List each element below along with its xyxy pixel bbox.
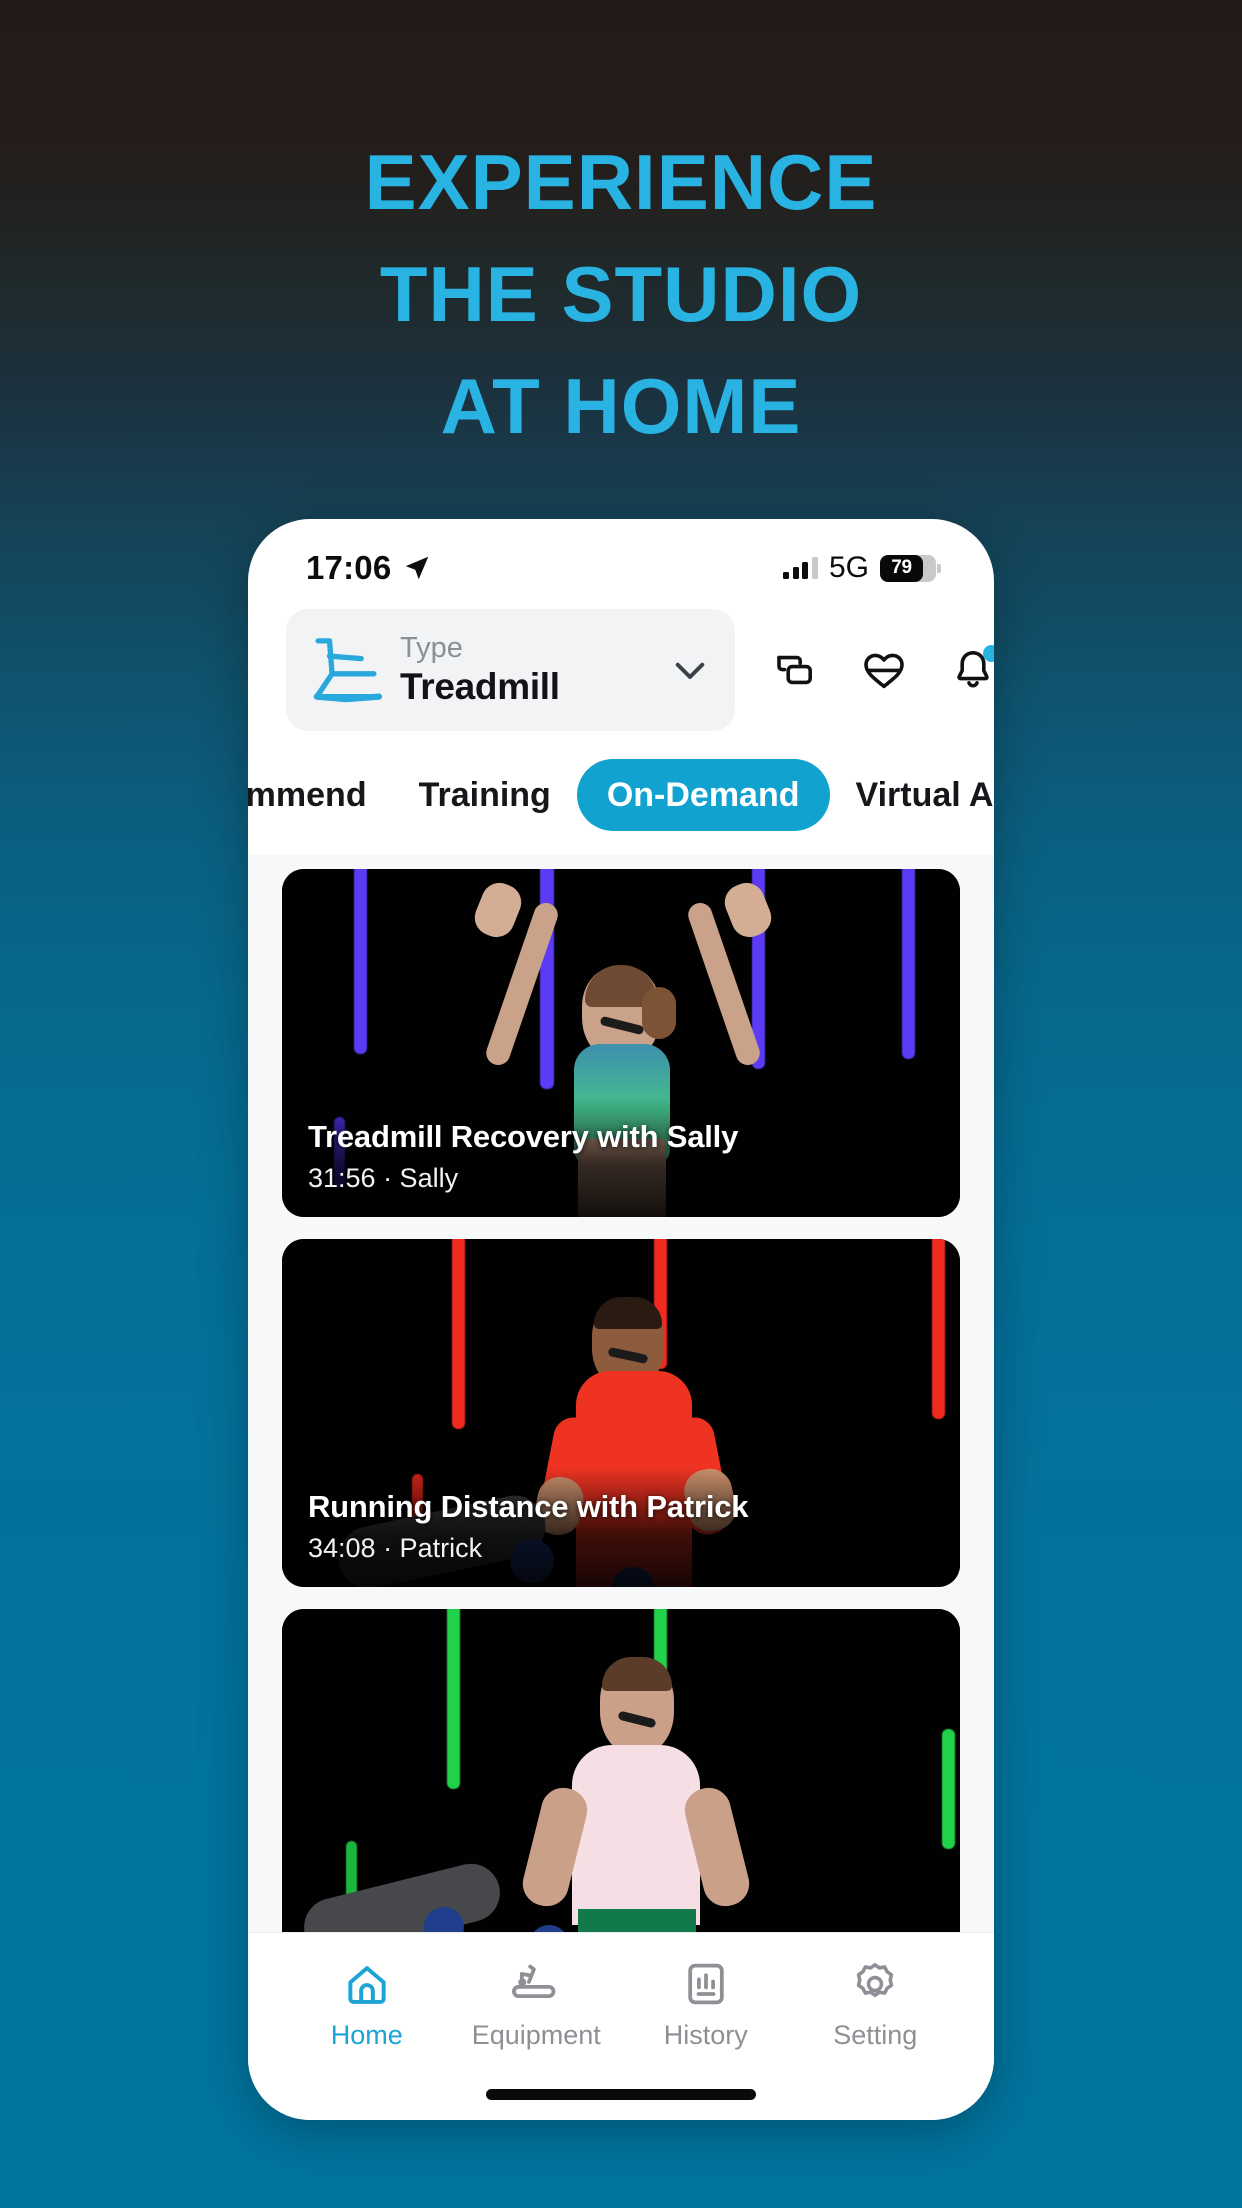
status-bar-right: 5G 79 bbox=[783, 551, 941, 585]
treadmill-icon bbox=[313, 638, 383, 703]
header-icon-group bbox=[771, 645, 994, 694]
chevron-down-icon[interactable] bbox=[669, 649, 711, 691]
nav-item-history[interactable]: History bbox=[621, 1959, 791, 2051]
gear-icon bbox=[857, 1963, 894, 1998]
tab-recommend[interactable]: commend bbox=[248, 776, 393, 815]
headline-line-2: THE STUDIO bbox=[379, 250, 863, 338]
class-card[interactable] bbox=[282, 1609, 960, 1957]
cellular-signal-icon bbox=[783, 557, 818, 579]
type-selector[interactable]: Type Treadmill bbox=[286, 609, 735, 731]
battery-nub bbox=[937, 563, 941, 573]
home-icon bbox=[348, 1966, 386, 2004]
promo-headline: EXPERIENCE THE STUDIO AT HOME bbox=[0, 126, 1242, 462]
type-selector-value: Treadmill bbox=[400, 666, 560, 707]
class-subtitle: 31:56 · Sally bbox=[308, 1163, 459, 1193]
class-thumbnail bbox=[282, 1609, 960, 1957]
promo-screenshot: EXPERIENCE THE STUDIO AT HOME 17:06 5G 7… bbox=[0, 0, 1242, 2208]
nav-label-setting: Setting bbox=[833, 2020, 918, 2050]
class-card-meta: Treadmill Recovery with Sally 31:56 · Sa… bbox=[282, 1118, 960, 1195]
tab-virtual-active[interactable]: Virtual Active bbox=[830, 776, 994, 815]
category-tabs: commend Training On-Demand Virtual Activ… bbox=[248, 731, 994, 855]
class-title: Running Distance with Patrick bbox=[308, 1489, 749, 1524]
status-bar: 17:06 5G 79 bbox=[248, 519, 994, 603]
tab-on-demand[interactable]: On-Demand bbox=[576, 759, 830, 831]
nav-item-equipment[interactable]: Equipment bbox=[452, 1959, 622, 2051]
notification-badge-dot bbox=[983, 645, 994, 662]
location-arrow-icon bbox=[406, 556, 429, 580]
class-list[interactable]: Treadmill Recovery with Sally 31:56 · Sa… bbox=[248, 855, 994, 2043]
phone-mockup: 17:06 5G 79 Type Treadmill mmend Trainin… bbox=[248, 519, 994, 2120]
nav-label-home: Home bbox=[330, 2020, 403, 2050]
header-row: Type Treadmill bbox=[248, 603, 994, 731]
heart-rate-icon bbox=[864, 653, 904, 689]
tab-training[interactable]: Training bbox=[393, 776, 577, 815]
home-indicator[interactable] bbox=[486, 2089, 756, 2100]
cast-screen-button[interactable] bbox=[771, 646, 819, 694]
headline-line-1: EXPERIENCE bbox=[364, 138, 878, 226]
class-card-meta: Running Distance with Patrick 34:08 · Pa… bbox=[282, 1488, 960, 1565]
class-subtitle: 34:08 · Patrick bbox=[308, 1533, 483, 1563]
class-card[interactable]: Treadmill Recovery with Sally 31:56 · Sa… bbox=[282, 869, 960, 1217]
status-bar-left: 17:06 bbox=[306, 549, 432, 587]
battery-indicator: 79 bbox=[880, 554, 941, 582]
type-selector-label: Type bbox=[400, 632, 463, 664]
nav-label-history: History bbox=[663, 2020, 748, 2050]
nav-label-equipment: Equipment bbox=[471, 2020, 601, 2050]
type-selector-text: Type Treadmill bbox=[400, 631, 669, 709]
class-title: Treadmill Recovery with Sally bbox=[308, 1119, 739, 1154]
cast-screen-icon bbox=[777, 655, 813, 685]
nav-item-setting[interactable]: Setting bbox=[791, 1959, 961, 2051]
nav-item-home[interactable]: Home bbox=[282, 1959, 452, 2051]
headline-line-3: AT HOME bbox=[440, 362, 802, 450]
class-card-meta bbox=[282, 1929, 960, 1935]
battery-percent: 79 bbox=[891, 557, 912, 578]
heart-rate-button[interactable] bbox=[860, 646, 908, 694]
class-card[interactable]: Running Distance with Patrick 34:08 · Pa… bbox=[282, 1239, 960, 1587]
notification-button[interactable] bbox=[949, 645, 994, 694]
treadmill-equipment-icon bbox=[512, 1964, 556, 1998]
status-time: 17:06 bbox=[306, 549, 392, 586]
network-label: 5G bbox=[828, 551, 869, 584]
history-chart-icon bbox=[688, 1963, 724, 2005]
